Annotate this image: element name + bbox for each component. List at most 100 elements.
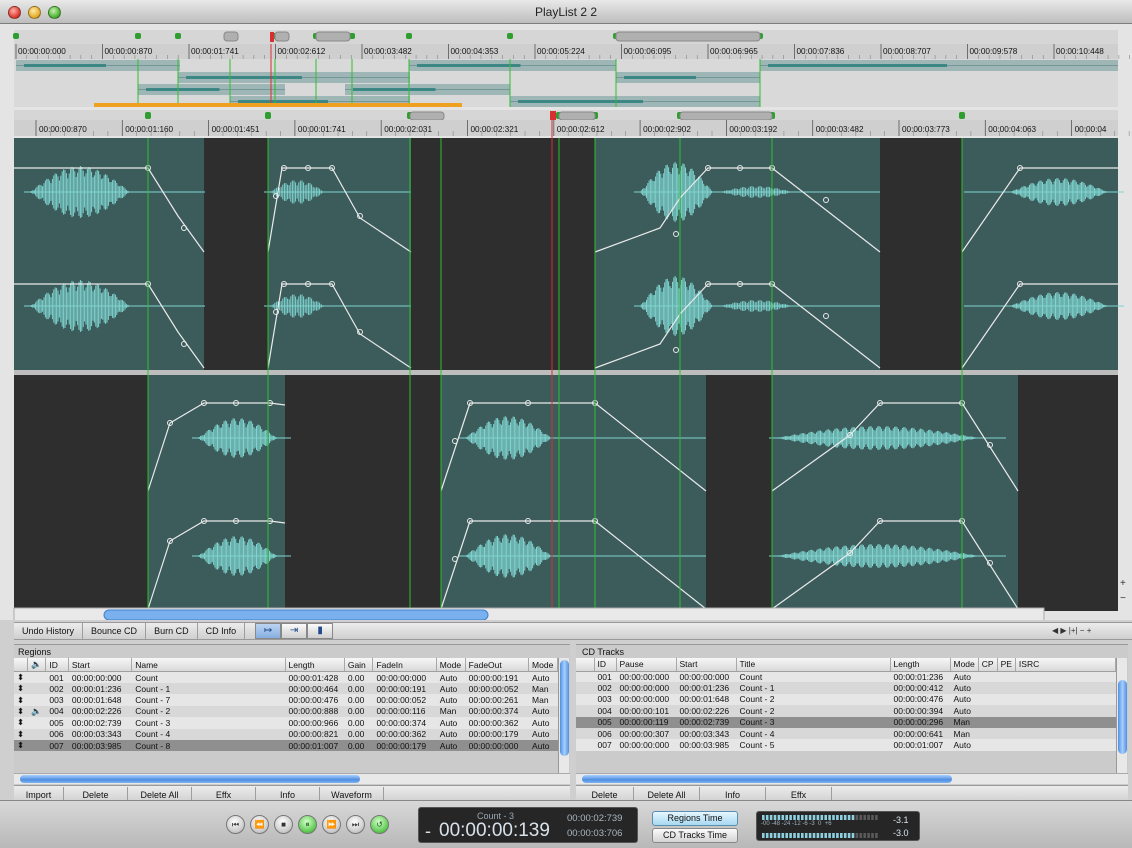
col-fadeout[interactable]: FadeOut	[465, 658, 530, 672]
rewind-icon[interactable]: ⏪	[250, 815, 269, 834]
marker-handle[interactable]	[558, 111, 596, 121]
marker-handle[interactable]	[959, 112, 965, 119]
regions-hscroll-thumb[interactable]	[20, 775, 360, 783]
meter-segment	[820, 833, 824, 838]
marker-tool-icon[interactable]: ▮	[307, 623, 334, 639]
waveform-editor[interactable]: 00:00:00:000 00:00:00:870 00:00:01:741 00:0…	[0, 24, 1132, 620]
region-row[interactable]: ⬍ 🔈 004 00:00:02:226 Count - 2 00:00:00:888 0.…	[14, 705, 558, 718]
row-stepper-icon[interactable]: ⬍	[14, 705, 28, 718]
row-stepper-icon[interactable]: ⬍	[14, 683, 28, 695]
marker-handle[interactable]	[265, 112, 271, 119]
overview-playhead-handle[interactable]	[270, 32, 274, 42]
go-to-start-icon[interactable]: ⏮	[226, 815, 245, 834]
col-id[interactable]: ID	[45, 658, 69, 672]
marker-handle[interactable]	[406, 33, 412, 39]
row-stepper-icon[interactable]: ⬍	[14, 694, 28, 706]
cd-track-row[interactable]: 001 00:00:00:000 00:00:00:000 Count 00:00:01…	[576, 671, 1116, 683]
cd-tracks-vscroll-thumb[interactable]	[1118, 680, 1127, 754]
cd-tracks-hscroll-thumb[interactable]	[582, 775, 952, 783]
cd-info-button[interactable]: CD Info	[198, 623, 246, 639]
row-stepper-icon[interactable]: ⬍	[14, 671, 28, 683]
cd-track-row[interactable]: 004 00:00:00:101 00:00:02:226 Count - 2 00:0…	[576, 705, 1116, 717]
loop-icon[interactable]: ↺	[370, 815, 389, 834]
go-to-end-icon[interactable]: ⏭	[346, 815, 365, 834]
region-cell-length: 00:00:00:476	[285, 694, 345, 706]
track-cell-start: 00:00:00:000	[676, 671, 736, 683]
col-pause[interactable]: Pause	[616, 658, 677, 672]
col-mode2[interactable]: Mode	[528, 658, 558, 672]
marker-handle[interactable]	[507, 33, 513, 39]
col-track-length[interactable]: Length	[890, 658, 951, 672]
region-row[interactable]: ⬍ 007 00:00:03:985 Count - 8 00:00:01:007 0.0…	[14, 739, 558, 752]
zoom-controls[interactable]: ◀ ▶ |+| − +	[1052, 626, 1091, 635]
cd-track-row[interactable]: 003 00:00:00:000 00:00:01:648 Count - 2 00:0…	[576, 693, 1116, 706]
col-track-id[interactable]: ID	[594, 658, 617, 672]
overview-visible-range[interactable]	[94, 103, 462, 107]
regions-vscroll-thumb[interactable]	[560, 660, 569, 756]
regions-vscroll[interactable]	[558, 658, 569, 773]
region-row[interactable]: ⬍ 006 00:00:03:343 Count - 4 00:00:00:821 0.0…	[14, 728, 558, 740]
col-mode[interactable]: Mode	[436, 658, 466, 672]
row-stepper-icon[interactable]: ⬍	[14, 717, 28, 729]
region-row[interactable]: ⬍ 001 00:00:00:000 Count 00:00:01:428 0.00 00:…	[14, 671, 558, 683]
meter-segment	[840, 833, 843, 838]
marker-handle[interactable]	[145, 112, 151, 119]
marker-handle[interactable]	[679, 111, 773, 121]
ruler-label: 00:00:01:160	[125, 125, 173, 134]
cd-tracks-time-button[interactable]: CD Tracks Time	[652, 828, 738, 843]
bounce-cd-button[interactable]: Bounce CD	[83, 623, 147, 639]
region-cell-gain: 0.00	[344, 739, 373, 752]
trim-tool-icon[interactable]: ⇥	[281, 623, 308, 639]
col-pe[interactable]: PE	[997, 658, 1016, 672]
fast-forward-icon[interactable]: ⏩	[322, 815, 341, 834]
regions-hscroll[interactable]	[14, 773, 570, 784]
regions-time-button[interactable]: Regions Time	[652, 811, 738, 826]
playhead-handle[interactable]	[550, 111, 556, 121]
meter-segment	[793, 833, 796, 838]
cd-track-row[interactable]: 005 00:00:00:119 00:00:02:739 Count - 3 00:0…	[576, 716, 1116, 728]
marker-handle[interactable]	[13, 33, 19, 39]
region-row[interactable]: ⬍ 005 00:00:02:739 Count - 3 00:00:00:966 0.0…	[14, 717, 558, 729]
row-stepper-icon[interactable]: ⬍	[14, 728, 28, 740]
marker-handle[interactable]	[274, 31, 290, 42]
meter-segment	[859, 833, 863, 838]
editor-hscroll-thumb[interactable]	[103, 609, 489, 620]
col-name[interactable]: Name	[131, 658, 286, 672]
marker-handle[interactable]	[223, 31, 239, 42]
undo-history-button[interactable]: Undo History	[14, 623, 84, 639]
zoom-out-icon[interactable]: −	[1120, 593, 1126, 604]
marker-handle[interactable]	[409, 111, 445, 121]
col-cp[interactable]: CP	[978, 658, 998, 672]
marker-handle[interactable]	[135, 33, 141, 39]
playlist-window: PlayList 2 2 00:00:00:000 00:00:00:870 00:…	[0, 0, 1132, 848]
region-row[interactable]: ⬍ 002 00:00:01:236 Count - 1 00:00:00:464 0.0…	[14, 683, 558, 695]
burn-cd-button[interactable]: Burn CD	[146, 623, 198, 639]
marker-handle[interactable]	[175, 33, 181, 39]
cd-tracks-hscroll[interactable]	[576, 773, 1128, 784]
ruler-label: 00:00:07:836	[797, 47, 845, 56]
zoom-in-icon[interactable]: +	[1120, 578, 1126, 589]
speaker-column-icon: 🔈	[27, 658, 47, 672]
region-row[interactable]: ⬍ 003 00:00:01:648 Count - 7 00:00:00:476 0.0…	[14, 694, 558, 706]
col-isrc[interactable]: ISRC	[1015, 658, 1117, 672]
row-stepper-icon[interactable]: ⬍	[14, 739, 28, 752]
meter-segment	[867, 833, 870, 838]
cd-track-row[interactable]: 002 00:00:00:000 00:00:01:236 Count - 1 00:0…	[576, 682, 1116, 694]
cd-track-row[interactable]: 007 00:00:00:000 00:00:03:985 Count - 5 00:0…	[576, 739, 1116, 751]
cd-track-row[interactable]: 006 00:00:00:307 00:00:03:343 Count - 4 00:0…	[576, 727, 1116, 740]
col-gain[interactable]: Gain	[344, 658, 374, 672]
pause-icon[interactable]: ⏸	[298, 815, 317, 834]
cd-tracks-vscroll[interactable]	[1116, 658, 1127, 773]
col-title[interactable]: Title	[736, 658, 891, 672]
col-fadein[interactable]: FadeIn	[372, 658, 437, 672]
marker-handle[interactable]	[615, 31, 761, 42]
marker-handle[interactable]	[315, 31, 351, 42]
stop-icon[interactable]: ■	[274, 815, 293, 834]
col-length[interactable]: Length	[285, 658, 345, 672]
region-count[interactable]	[14, 254, 204, 370]
region-cell-gain: 0.00	[344, 705, 373, 718]
select-move-tool-icon[interactable]: ↦	[255, 623, 282, 639]
col-track-start[interactable]: Start	[676, 658, 737, 672]
col-start[interactable]: Start	[68, 658, 133, 672]
col-track-mode[interactable]: Mode	[950, 658, 979, 672]
